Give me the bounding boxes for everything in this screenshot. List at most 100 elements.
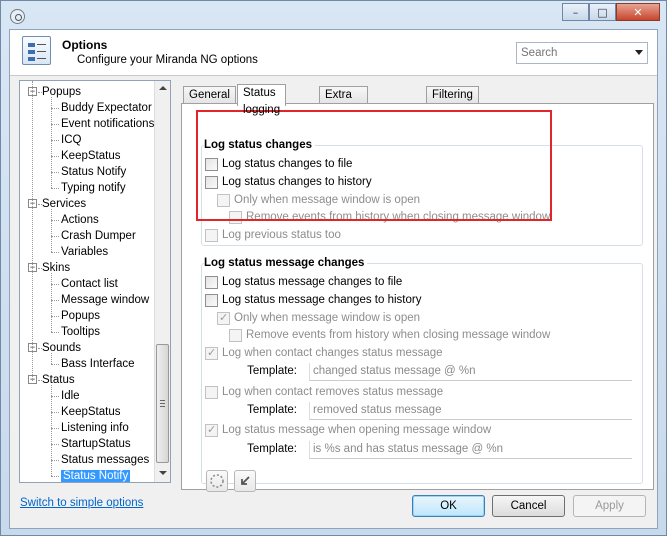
log-msg-opening-checkbox[interactable] (205, 422, 218, 438)
log-status-to-file-label[interactable]: Log status changes to file (222, 156, 352, 172)
log-status-remove-events-label[interactable]: Remove events from history when closing … (246, 209, 550, 225)
tree-category[interactable]: Sounds (42, 340, 81, 356)
log-status-only-open-checkbox[interactable] (217, 194, 230, 207)
switch-simple-options-link[interactable]: Switch to simple options (20, 497, 143, 509)
tree-item[interactable]: Tooltips (61, 324, 100, 340)
tree-item[interactable]: Event notifications (61, 116, 154, 132)
log-msg-changes-label[interactable]: Log when contact changes status message (222, 345, 443, 361)
log-status-to-history-checkbox[interactable] (205, 176, 218, 189)
log-msg-opening-label[interactable]: Log status message when opening message … (222, 422, 491, 438)
options-tree[interactable]: Popups − Buddy Expectator Event notificatio… (19, 80, 171, 483)
miranda-app-icon[interactable] (10, 9, 25, 24)
tree-item-label[interactable]: Skins (42, 262, 70, 274)
tree-item-label[interactable]: Popups (42, 86, 81, 98)
log-status-remove-events-checkbox[interactable] (229, 211, 242, 224)
tree-item[interactable]: Idle (61, 388, 80, 404)
tree-item-label[interactable]: Status Notify (61, 470, 131, 482)
minimize-button[interactable]: – (562, 3, 589, 21)
log-status-to-history-label[interactable]: Log status changes to history (222, 174, 372, 190)
tree-item-label[interactable]: Variables (61, 246, 108, 258)
log-msg-removes-checkbox[interactable] (205, 386, 218, 399)
tree-item[interactable]: StartupStatus (61, 436, 131, 452)
tab-general[interactable]: General (183, 86, 236, 104)
search-box[interactable] (516, 42, 648, 64)
tree-item-label[interactable]: Popups (61, 310, 100, 322)
close-button[interactable]: ✕ (616, 3, 660, 21)
scroll-up-arrow-icon[interactable] (159, 86, 167, 90)
tree-item[interactable]: Typing notify (61, 180, 126, 196)
tree-item-label[interactable]: ICQ (61, 134, 81, 146)
tree-item[interactable]: ICQ (61, 132, 81, 148)
log-msg-remove-events-label[interactable]: Remove events from history when closing … (246, 327, 550, 343)
tree-item[interactable]: Buddy Expectator (61, 100, 152, 116)
apply-button[interactable]: Apply (573, 495, 646, 517)
title-bar[interactable]: – □ ✕ (1, 1, 666, 29)
tree-item[interactable]: Status messages (61, 452, 149, 468)
tree-item-label[interactable]: KeepStatus (61, 150, 120, 162)
log-msg-to-history-label[interactable]: Log status message changes to history (222, 292, 421, 308)
tree-item[interactable]: Message window (61, 292, 149, 308)
tree-item[interactable]: Crash Dumper (61, 228, 136, 244)
ok-button[interactable]: OK (412, 495, 485, 517)
reset-default-button[interactable] (234, 470, 256, 492)
log-msg-to-history-checkbox[interactable] (205, 294, 218, 307)
tree-category[interactable]: Popups (42, 84, 81, 100)
variables-help-button[interactable] (206, 470, 228, 492)
log-msg-only-open-label[interactable]: Only when message window is open (234, 310, 420, 326)
chevron-down-icon[interactable] (635, 50, 643, 55)
tree-item-label[interactable]: Event notifications (61, 118, 154, 130)
tree-item[interactable]: Bass Interface (61, 356, 135, 372)
tree-item-label[interactable]: Status messages (61, 454, 149, 466)
log-msg-to-file-label[interactable]: Log status message changes to file (222, 274, 402, 290)
tree-item[interactable]: Status Notify (61, 468, 131, 482)
scroll-down-arrow-icon[interactable] (159, 471, 167, 475)
log-previous-status-label[interactable]: Log previous status too (222, 227, 341, 243)
tree-item[interactable]: Contact list (61, 276, 118, 292)
log-msg-changes-checkbox[interactable] (205, 345, 218, 361)
tree-item[interactable]: KeepStatus (61, 148, 120, 164)
log-msg-removes-label[interactable]: Log when contact removes status message (222, 384, 443, 400)
tree-item-label[interactable]: Listening info (61, 422, 129, 434)
log-previous-status-checkbox[interactable] (205, 229, 218, 242)
log-status-only-open-label[interactable]: Only when message window is open (234, 192, 420, 208)
tree-item-label[interactable]: Actions (61, 214, 99, 226)
tree-item-label[interactable]: Status Notify (61, 166, 126, 178)
tree-item[interactable]: Listening info (61, 420, 129, 436)
log-msg-remove-events-checkbox[interactable] (229, 329, 242, 342)
tab-extra-status-logging[interactable]: Extra status logging (319, 86, 369, 135)
tree-item[interactable]: KeepStatus (61, 404, 120, 420)
tree-item-label[interactable]: Bass Interface (61, 358, 135, 370)
template-changed-input[interactable]: changed status message @ %n (309, 363, 632, 381)
cancel-button[interactable]: Cancel (492, 495, 565, 517)
tree-item[interactable]: Actions (61, 212, 99, 228)
log-msg-to-file-checkbox[interactable] (205, 276, 218, 289)
log-status-to-file-checkbox[interactable] (205, 158, 218, 171)
tab-status-logging[interactable]: Status logging (237, 84, 287, 116)
scroll-thumb[interactable] (156, 344, 169, 463)
tree-item[interactable]: Popups (61, 308, 100, 324)
template-opening-input[interactable]: is %s and has status message @ %n (309, 441, 632, 459)
tree-item-label[interactable]: Idle (61, 390, 80, 402)
tree-item-label[interactable]: Sounds (42, 342, 81, 354)
tree-item-label[interactable]: Status (42, 374, 75, 386)
tree-item-label[interactable]: KeepStatus (61, 406, 120, 418)
tree-item-label[interactable]: Services (42, 198, 86, 210)
tree-item[interactable]: Variables (61, 244, 108, 260)
tree-item-label[interactable]: Buddy Expectator (61, 102, 152, 114)
log-msg-only-open-checkbox[interactable] (217, 310, 230, 326)
template-removed-input[interactable]: removed status message (309, 402, 632, 420)
tree-item-label[interactable]: Contact list (61, 278, 118, 290)
tree-item-label[interactable]: Message window (61, 294, 149, 306)
tree-category[interactable]: Skins (42, 260, 70, 276)
search-input[interactable] (517, 43, 627, 63)
tree-item-label[interactable]: Tooltips (61, 326, 100, 338)
tree-item-label[interactable]: Typing notify (61, 182, 126, 194)
tree-category[interactable]: Status (42, 372, 75, 388)
maximize-button[interactable]: □ (589, 3, 616, 21)
tree-category[interactable]: Services (42, 196, 86, 212)
tree-item-label[interactable]: StartupStatus (61, 438, 131, 450)
tree-scrollbar[interactable] (154, 81, 170, 482)
tree-item-label[interactable]: Crash Dumper (61, 230, 136, 242)
tree-item[interactable]: Status Notify (61, 164, 126, 180)
tab-filtering[interactable]: Filtering (426, 86, 479, 104)
